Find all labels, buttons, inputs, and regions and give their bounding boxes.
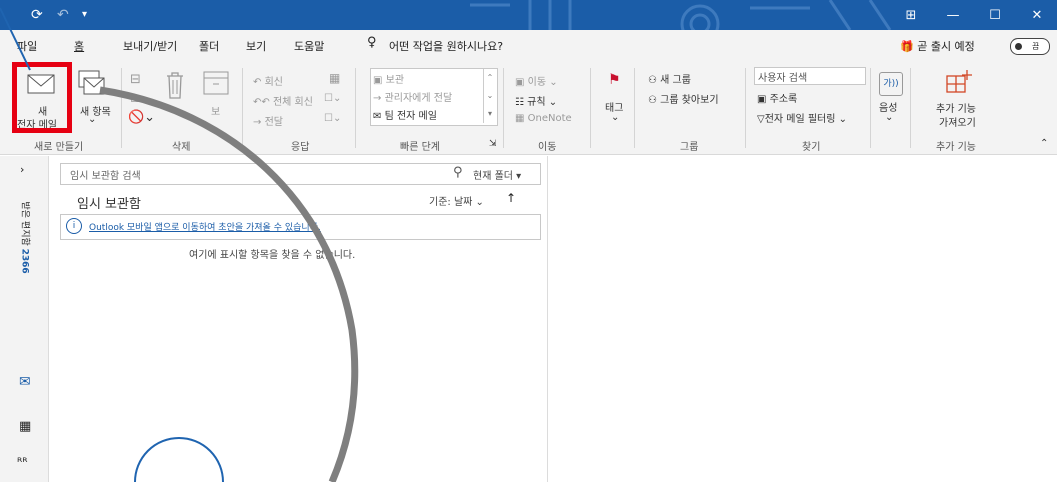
annotation-arrow-curve (99, 86, 359, 482)
annotation-overlay (0, 7, 359, 482)
annotation-circle (134, 437, 224, 482)
annotation-pointer-line (0, 7, 31, 71)
